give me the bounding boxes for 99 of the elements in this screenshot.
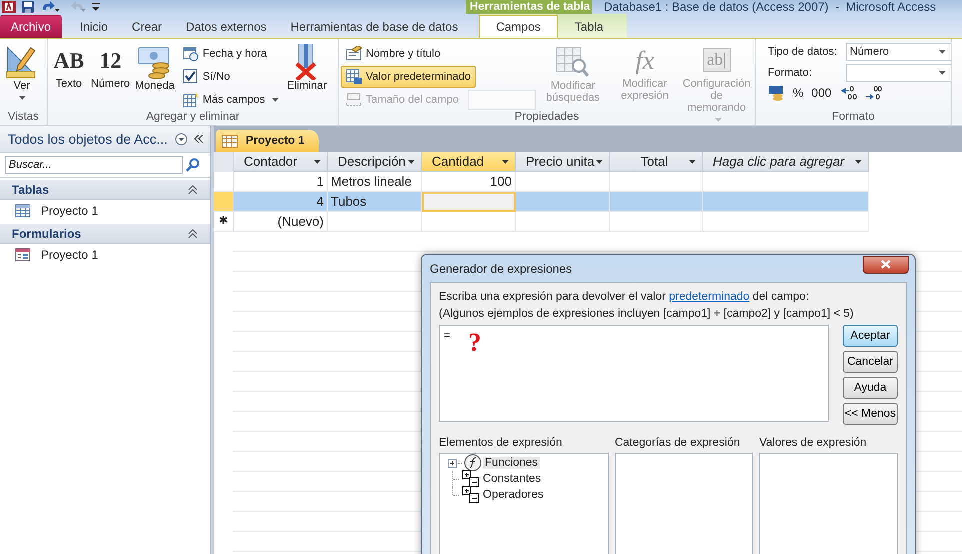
close-icon <box>881 260 891 269</box>
dropdown-icon <box>175 132 188 146</box>
table-cell: Tubos <box>328 192 422 212</box>
question-mark: ? <box>468 330 482 356</box>
grid-star-icon <box>182 92 199 108</box>
column-header[interactable]: Contador <box>234 152 328 172</box>
nav-item[interactable]: Proyecto 1 <box>0 200 210 222</box>
column-header[interactable]: Haga clic para agregar <box>703 152 869 172</box>
dropdown-arrow-icon <box>939 71 946 75</box>
expression-field[interactable]: = ? <box>439 325 829 422</box>
ribbon-button[interactable]: Nombre y título <box>341 43 446 65</box>
search-field[interactable]: Buscar... <box>5 156 183 174</box>
tree-item[interactable]: Operadores <box>481 489 546 501</box>
collapse-icon <box>194 135 204 143</box>
undo-icon <box>40 1 60 13</box>
dropdown-arrow-icon <box>855 160 862 164</box>
resize-field-icon <box>346 92 362 108</box>
group-label: Formato <box>831 110 876 125</box>
dialog-button[interactable]: Aceptar <box>843 325 898 347</box>
document-tab[interactable]: Proyecto 1 <box>216 130 319 152</box>
tree-item[interactable]: Funciones <box>483 457 540 469</box>
ribbon-button[interactable]: Fecha y hora <box>178 43 272 65</box>
column-header[interactable]: Total <box>610 152 703 172</box>
group-label: Propiedades <box>514 110 580 125</box>
examples-text: (Algunos ejemplos de expresiones incluyen [campo1] + [campo2] y [campo1] < 5) <box>439 307 855 322</box>
save-icon <box>22 1 34 13</box>
contextual-tab-header: Herramientas de tabla <box>466 0 592 14</box>
window-title: Database1 : Base de datos (Access 2007) - Microsoft Access <box>604 0 936 14</box>
grid-icon <box>346 69 362 85</box>
dropdown-arrow-icon <box>939 50 946 54</box>
dialog-title: Generador de expresiones <box>430 262 572 276</box>
ribbon-button[interactable]: Más campos <box>178 89 284 111</box>
nav-item[interactable]: Proyecto 1 <box>0 244 210 266</box>
format-button[interactable]: % <box>793 86 804 100</box>
record-selector[interactable] <box>214 172 234 192</box>
pane-title: Todos los objetos de Acc... <box>8 132 169 146</box>
pane-label: Elementos de expresión <box>439 437 564 451</box>
tree-item[interactable]: Constantes <box>481 473 544 485</box>
field-label: Formato: <box>768 67 814 79</box>
form-icon <box>15 248 31 262</box>
dropdown-field[interactable]: Número <box>846 43 951 61</box>
instruction-text: Escriba una expresión para devolver el valor predeterminado del campo: <box>439 290 810 305</box>
label-tag-icon <box>346 46 362 62</box>
dropdown-arrow-icon <box>314 160 321 164</box>
dialog-button[interactable]: Ayuda <box>843 377 898 399</box>
ribbon-tab[interactable]: Tabla <box>558 15 621 38</box>
select-all-corner[interactable] <box>214 152 234 172</box>
section-header[interactable]: Formularios <box>0 224 210 244</box>
ribbon-tab[interactable]: Herramientas de base de datos <box>278 15 470 38</box>
ribbon-tab[interactable]: Crear <box>120 15 174 38</box>
column-header[interactable]: Cantidad <box>422 152 516 172</box>
list-box[interactable]: Funciones Constantes Operadores <box>439 453 609 554</box>
ribbon-button[interactable]: Moneda <box>133 41 177 110</box>
record-selector[interactable] <box>214 192 234 212</box>
ribbon-button[interactable]: 12 Número <box>89 41 132 110</box>
dropdown-arrow-icon <box>596 160 603 164</box>
dialog-button[interactable]: << Menos <box>843 403 898 425</box>
ribbon-button[interactable]: Valor predeterminado <box>341 66 476 88</box>
ribbon-button[interactable]: AB Texto <box>50 41 88 110</box>
ribbon-button[interactable]: Eliminar <box>285 41 329 110</box>
table-icon <box>222 134 238 148</box>
ribbon-button[interactable]: Ver <box>2 41 42 110</box>
list-box[interactable] <box>614 453 754 554</box>
section-header[interactable]: Tablas <box>0 180 210 200</box>
ribbon-tab[interactable]: Inicio <box>68 15 120 38</box>
customize-icon <box>92 1 100 13</box>
checkbox-icon <box>182 69 199 85</box>
dropdown-arrow-icon <box>502 160 509 164</box>
pane-label: Valores de expresión <box>759 437 868 451</box>
column-header[interactable]: Descripción <box>328 152 422 172</box>
ribbon-tab[interactable]: Archivo <box>0 15 62 38</box>
dropdown-field[interactable] <box>846 64 951 82</box>
ribbon-button[interactable]: Sí/No <box>178 66 236 88</box>
field-label: Tipo de datos: <box>768 46 838 58</box>
column-header[interactable]: Precio unita <box>516 152 610 172</box>
group-label: Vistas <box>6 110 40 125</box>
table-cell: 4 <box>234 192 328 212</box>
help-link[interactable]: predeterminado <box>669 291 750 303</box>
function-icon <box>464 454 482 472</box>
table-icon <box>15 204 31 218</box>
ribbon-tab[interactable]: Campos <box>479 15 558 38</box>
format-button[interactable]: 000 <box>812 86 832 100</box>
record-selector[interactable]: ✱ <box>214 212 234 232</box>
list-box[interactable] <box>759 453 898 554</box>
decimal-places-icon[interactable] <box>840 85 857 101</box>
dialog-button[interactable]: Cancelar <box>843 351 898 373</box>
dropdown-arrow-icon <box>689 160 696 164</box>
calendar-clock-icon <box>182 46 199 62</box>
pane-label: Categorías de expresión <box>614 437 742 451</box>
dropdown-arrow-icon <box>408 160 415 164</box>
plus-minus-icon <box>462 486 480 504</box>
plus-minus-icon <box>462 470 480 488</box>
ribbon-tab[interactable]: Datos externos <box>174 15 279 38</box>
group-label: Agregar y eliminar <box>145 110 241 125</box>
close-button[interactable] <box>863 256 909 274</box>
search-icon <box>186 158 200 172</box>
decimal-places-icon[interactable] <box>864 85 882 101</box>
app-icon <box>2 1 16 13</box>
currency-icon[interactable] <box>768 85 785 101</box>
